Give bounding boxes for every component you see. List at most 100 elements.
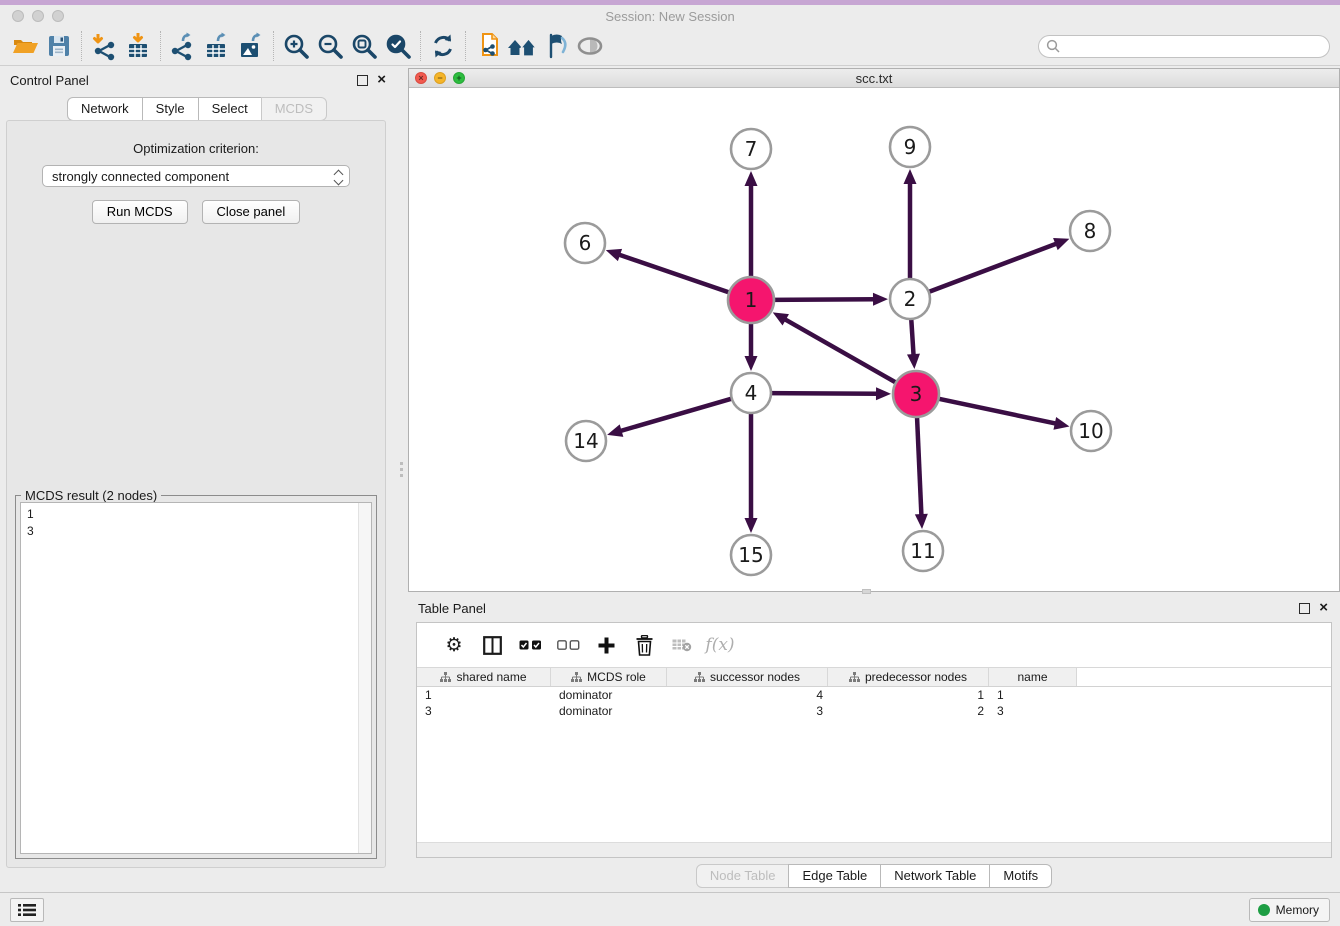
toolbar-separator <box>81 31 82 61</box>
mcds-result-line: 1 <box>27 506 365 523</box>
apply-style-icon[interactable] <box>539 30 573 62</box>
main-toolbar <box>0 27 1340 66</box>
edge-arrowhead <box>1053 417 1069 430</box>
mcds-result-lines: 13 <box>21 503 371 543</box>
node-label-2: 2 <box>904 287 917 311</box>
memory-button[interactable]: Memory <box>1249 898 1330 922</box>
table-cell: 1 <box>417 688 551 702</box>
table-row[interactable]: 3dominator323 <box>417 703 1331 719</box>
network-window-titlebar[interactable]: × − + scc.txt <box>409 69 1339 88</box>
tab-mcds[interactable]: MCDS <box>261 97 327 121</box>
edge-1-2[interactable] <box>772 299 876 300</box>
float-table-panel-icon[interactable] <box>1299 603 1310 614</box>
edge-3-1[interactable] <box>783 318 898 383</box>
search-input[interactable] <box>1038 35 1330 58</box>
horizontal-splitter-handle[interactable] <box>862 589 871 594</box>
mcds-result-scrollbar[interactable] <box>358 503 371 853</box>
show-columns-icon[interactable] <box>473 636 511 655</box>
column-header-shared-name[interactable]: shared name <box>417 668 551 686</box>
mcds-result-textarea[interactable]: 13 <box>20 502 372 854</box>
table-row[interactable]: 1dominator411 <box>417 687 1331 703</box>
import-network-icon[interactable] <box>87 30 121 62</box>
column-header-name[interactable]: name <box>989 668 1077 686</box>
mcds-result-title: MCDS result (2 nodes) <box>21 488 161 503</box>
network-canvas[interactable]: 7968124314101511 <box>409 89 1339 591</box>
export-table-icon[interactable] <box>200 30 234 62</box>
node-table-card: ⚙ f(x) shared nameMCDS rolesuccessor nod… <box>416 622 1332 858</box>
edge-arrowhead <box>745 171 758 186</box>
import-table-icon[interactable] <box>121 30 155 62</box>
table-rows[interactable]: 1dominator4113dominator323 <box>417 687 1331 719</box>
close-panel-icon[interactable]: × <box>377 71 386 89</box>
column-settings-gear-icon[interactable]: ⚙ <box>435 634 473 656</box>
table-cell: 1 <box>989 688 1077 702</box>
toolbar-separator <box>160 31 161 61</box>
tab-select[interactable]: Select <box>198 97 262 121</box>
tab-network[interactable]: Network <box>67 97 143 121</box>
zoom-out-icon[interactable] <box>313 30 347 62</box>
select-all-checkboxes-icon[interactable] <box>511 640 549 650</box>
delete-table-icon[interactable] <box>663 638 701 652</box>
task-history-button[interactable] <box>10 898 44 922</box>
status-bar: Memory <box>0 892 1340 926</box>
show-graphics-details-icon[interactable] <box>573 30 607 62</box>
new-network-from-selection-icon[interactable] <box>471 30 505 62</box>
column-header-MCDS-role[interactable]: MCDS role <box>551 668 667 686</box>
node-label-7: 7 <box>745 137 758 161</box>
control-panel-tabs: Network Style Select MCDS <box>0 97 394 121</box>
tab-style[interactable]: Style <box>142 97 199 121</box>
zoom-in-icon[interactable] <box>279 30 313 62</box>
node-label-3: 3 <box>910 382 923 406</box>
mcds-panel: Optimization criterion: strongly connect… <box>6 120 386 868</box>
save-session-icon[interactable] <box>42 30 76 62</box>
edge-4-3[interactable] <box>769 393 879 394</box>
zoom-fit-icon[interactable] <box>347 30 381 62</box>
edge-4-14[interactable] <box>619 398 734 431</box>
toolbar-separator <box>273 31 274 61</box>
export-network-icon[interactable] <box>166 30 200 62</box>
table-header-row[interactable]: shared nameMCDS rolesuccessor nodesprede… <box>417 667 1331 687</box>
edge-1-6[interactable] <box>617 254 731 293</box>
vertical-splitter-handle[interactable] <box>399 460 404 478</box>
delete-row-trash-icon[interactable] <box>625 635 663 656</box>
function-builder-icon[interactable]: f(x) <box>701 635 739 655</box>
deselect-all-checkboxes-icon[interactable] <box>549 640 587 650</box>
run-mcds-button[interactable]: Run MCDS <box>92 200 188 224</box>
close-panel-button[interactable]: Close panel <box>202 200 301 224</box>
edge-arrowhead <box>607 424 623 436</box>
tab-network-table[interactable]: Network Table <box>880 864 990 888</box>
control-panel: Control Panel × Network Style Select MCD… <box>0 66 394 878</box>
network-view-window: × − + scc.txt 7968124314101511 <box>408 68 1340 592</box>
network-overview-icon[interactable] <box>505 30 539 62</box>
search-field[interactable] <box>1038 35 1330 58</box>
edge-3-10[interactable] <box>937 398 1058 424</box>
tab-node-table[interactable]: Node Table <box>696 864 790 888</box>
open-session-icon[interactable] <box>8 30 42 62</box>
float-panel-icon[interactable] <box>357 75 368 86</box>
edge-arrowhead <box>1053 238 1069 250</box>
column-header-predecessor-nodes[interactable]: predecessor nodes <box>828 668 989 686</box>
edge-arrowhead <box>915 514 928 529</box>
node-label-11: 11 <box>910 539 935 563</box>
list-icon <box>18 903 36 917</box>
refresh-layout-icon[interactable] <box>426 30 460 62</box>
table-cell: 2 <box>828 704 989 718</box>
edge-3-11[interactable] <box>917 415 922 517</box>
table-panel-title: Table Panel <box>418 601 486 616</box>
tab-motifs[interactable]: Motifs <box>989 864 1052 888</box>
add-row-icon[interactable] <box>587 636 625 655</box>
toolbar-separator <box>465 31 466 61</box>
zoom-selected-icon[interactable] <box>381 30 415 62</box>
export-image-icon[interactable] <box>234 30 268 62</box>
node-label-6: 6 <box>579 231 592 255</box>
control-panel-title: Control Panel <box>10 73 89 88</box>
memory-label: Memory <box>1276 903 1319 917</box>
close-table-panel-icon[interactable]: × <box>1319 599 1328 617</box>
edge-2-3[interactable] <box>911 317 914 357</box>
network-window-title: scc.txt <box>409 71 1339 86</box>
tab-edge-table[interactable]: Edge Table <box>788 864 881 888</box>
optimization-criterion-label: Optimization criterion: <box>7 141 385 156</box>
edge-2-8[interactable] <box>927 243 1058 293</box>
column-header-successor-nodes[interactable]: successor nodes <box>667 668 828 686</box>
optimization-criterion-select[interactable]: strongly connected component <box>42 165 350 187</box>
